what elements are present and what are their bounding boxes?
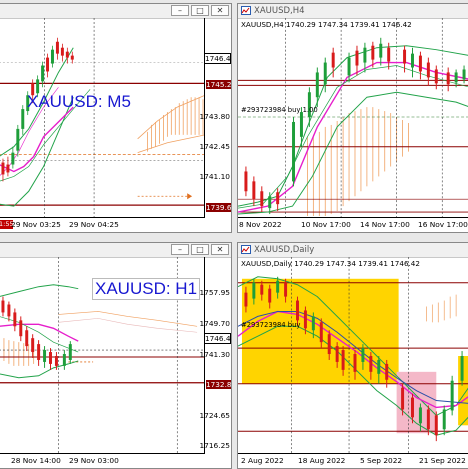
maximize-icon: □ bbox=[196, 6, 204, 15]
chart-window-h4[interactable]: XAUUSD,H4 XAUUSD,H4 1740.29 1747.34 1739… bbox=[237, 3, 468, 233]
price-tick: 1743.80 bbox=[199, 112, 230, 121]
time-scale[interactable]: 28 Nov 14:00 29 Nov 03:00 bbox=[0, 453, 205, 468]
price-tick: 1741.30 bbox=[199, 350, 230, 359]
chart-window-m5[interactable]: – □ ✕ XAUUSD: M5 1:55 1746.4 1745.2 1743… bbox=[0, 3, 232, 233]
level-price-tag: 1732.82 bbox=[206, 380, 232, 389]
level-price-tag: 1739.63 bbox=[206, 203, 232, 212]
price-tick: 1742.45 bbox=[199, 142, 230, 151]
time-tick: 29 Nov 03:25 bbox=[11, 220, 61, 229]
bid-price-tag: 1746.42 bbox=[204, 333, 231, 344]
price-tick: 1716.25 bbox=[199, 441, 230, 450]
time-tick: 5 Sep 2022 bbox=[360, 456, 403, 465]
time-tick: 14 Nov 17:00 bbox=[360, 220, 410, 229]
chart-window-icon bbox=[241, 245, 251, 254]
close-button[interactable]: ✕ bbox=[211, 244, 229, 255]
time-tick: 29 Nov 04:25 bbox=[69, 220, 119, 229]
price-chart-daily[interactable]: XAUUSD,Daily 1740.29 1747.34 1739.41 174… bbox=[238, 257, 468, 454]
order-label: #293723984 buy bbox=[241, 321, 301, 329]
price-scale[interactable]: 1746.42 1745.25 1743.80 1742.45 1741.10 … bbox=[199, 18, 232, 218]
time-tick: 2 Aug 2022 bbox=[241, 456, 284, 465]
window-title: XAUUSD,H4 bbox=[254, 6, 305, 16]
maximize-button[interactable]: □ bbox=[191, 5, 209, 16]
chart-canvas bbox=[0, 18, 206, 218]
price-tick: 1741.10 bbox=[199, 172, 230, 181]
candles bbox=[1, 296, 72, 370]
time-tick: 21 Sep 2022 bbox=[419, 456, 466, 465]
time-tick: 8 Nov 2022 bbox=[239, 220, 282, 229]
chart-window-icon bbox=[241, 6, 251, 15]
price-chart-m5[interactable]: XAUUSD: M5 bbox=[0, 18, 206, 218]
chart-window-daily[interactable]: XAUUSD,Daily XAUUSD,Daily 1740.29 1747.3… bbox=[237, 242, 468, 469]
window-titlebar[interactable]: – □ ✕ bbox=[0, 4, 231, 19]
time-tick: 18 Aug 2022 bbox=[298, 456, 346, 465]
time-scale[interactable]: 29 Nov 03:25 29 Nov 04:25 bbox=[0, 217, 205, 232]
minimize-icon: – bbox=[178, 245, 182, 254]
window-controls: – □ ✕ bbox=[171, 5, 229, 16]
window-title: XAUUSD,Daily bbox=[254, 245, 315, 255]
chart-header: XAUUSD,H4 1740.29 1747.34 1739.41 1746.4… bbox=[241, 20, 412, 29]
bid-price-tag: 1746.42 bbox=[204, 53, 231, 64]
window-titlebar[interactable]: – □ ✕ bbox=[0, 243, 231, 258]
symbol-label: XAUUSD: H1 bbox=[92, 278, 201, 300]
time-scale[interactable]: 8 Nov 2022 10 Nov 17:00 14 Nov 17:00 16 … bbox=[238, 217, 468, 232]
ichimoku-cloud bbox=[307, 107, 409, 217]
close-icon: ✕ bbox=[216, 6, 224, 15]
price-chart-h1[interactable]: XAUUSD: H1 bbox=[0, 257, 205, 454]
chart-window-h1[interactable]: – □ ✕ XAUUSD: H1 1757.95 1749.70 1746.4 … bbox=[0, 242, 232, 469]
level-price-tag: 1745.25 bbox=[206, 80, 232, 89]
close-icon: ✕ bbox=[216, 245, 224, 254]
time-tick: 29 Nov 03:00 bbox=[69, 456, 119, 465]
ichimoku-cloud bbox=[147, 97, 204, 152]
price-chart-h4[interactable]: XAUUSD,H4 1740.29 1747.34 1739.41 1746.4… bbox=[238, 18, 468, 218]
close-button[interactable]: ✕ bbox=[211, 5, 229, 16]
window-controls: – □ ✕ bbox=[171, 244, 229, 255]
time-scale[interactable]: 2 Aug 2022 18 Aug 2022 5 Sep 2022 21 Sep… bbox=[238, 453, 468, 468]
maximize-button[interactable]: □ bbox=[191, 244, 209, 255]
price-tick: 1724.65 bbox=[199, 411, 230, 420]
price-tick: 1749.70 bbox=[199, 319, 230, 328]
minimize-icon: – bbox=[178, 6, 182, 15]
chart-canvas bbox=[238, 18, 468, 218]
symbol-label: XAUUSD: M5 bbox=[27, 92, 131, 111]
time-tick: 28 Nov 14:00 bbox=[11, 456, 61, 465]
window-titlebar[interactable]: XAUUSD,Daily bbox=[238, 243, 468, 258]
minimize-button[interactable]: – bbox=[171, 5, 189, 16]
price-tick: 1757.95 bbox=[199, 288, 230, 297]
chart-canvas bbox=[238, 257, 468, 454]
price-scale[interactable]: 1757.95 1749.70 1746.42 1741.30 1732.82 … bbox=[199, 257, 232, 454]
order-label: #293723984 buy 1.00 bbox=[241, 106, 318, 114]
maximize-icon: □ bbox=[196, 245, 204, 254]
time-tick: 16 Nov 17:00 bbox=[418, 220, 468, 229]
time-tick: 10 Nov 17:00 bbox=[301, 220, 351, 229]
minimize-button[interactable]: – bbox=[171, 244, 189, 255]
chart-header: XAUUSD,Daily 1740.29 1747.34 1739.41 174… bbox=[241, 259, 420, 268]
window-titlebar[interactable]: XAUUSD,H4 bbox=[238, 4, 468, 19]
